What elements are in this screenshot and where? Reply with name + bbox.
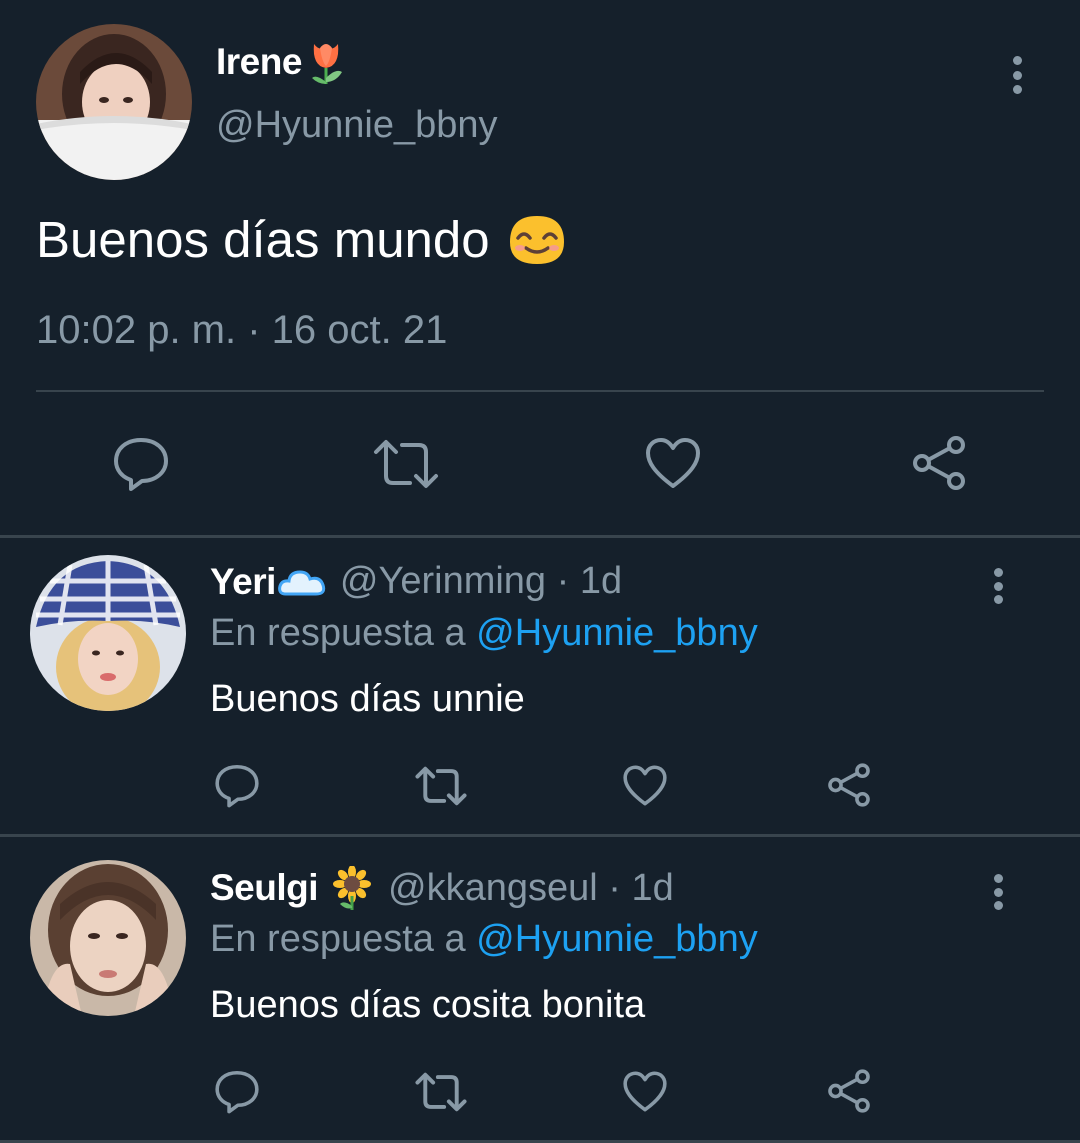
avatar-image xyxy=(30,555,186,711)
main-tweet: Irene @Hyunnie_bbny Buenos días mundo 10… xyxy=(0,0,1080,535)
avatar-image xyxy=(36,24,192,180)
tweet-thread-view: Irene @Hyunnie_bbny Buenos días mundo 10… xyxy=(0,0,1080,1143)
reply-prefix: En respuesta a xyxy=(210,612,466,654)
like-icon[interactable] xyxy=(644,436,702,490)
tweet-text-content: Buenos días mundo xyxy=(36,210,490,268)
tweet-text: Buenos días unnie xyxy=(210,678,525,720)
share-icon[interactable] xyxy=(910,434,968,492)
divider xyxy=(36,390,1044,392)
more-options-icon[interactable] xyxy=(980,868,1016,916)
cloud-emoji xyxy=(278,569,326,595)
mention-link[interactable]: @Hyunnie_bbny xyxy=(476,612,758,654)
avatar[interactable] xyxy=(30,860,186,1016)
like-icon[interactable] xyxy=(622,764,668,807)
section-divider xyxy=(0,834,1080,837)
mention-link[interactable]: @Hyunnie_bbny xyxy=(476,918,758,960)
reply-context: En respuesta a @Hyunnie_bbny xyxy=(210,612,758,655)
avatar-image xyxy=(30,860,186,1016)
retweet-icon[interactable] xyxy=(372,436,440,492)
author-display-name[interactable]: Seulgi xyxy=(210,867,319,909)
tweet-timestamp[interactable]: 10:02 p. m. · 16 oct. 21 xyxy=(36,308,447,353)
avatar[interactable] xyxy=(36,24,192,180)
more-options-icon[interactable] xyxy=(999,50,1035,100)
avatar[interactable] xyxy=(30,555,186,711)
tulip-emoji xyxy=(311,44,342,84)
author-display-name: Irene xyxy=(216,41,302,82)
reply-header: Yeri @Yerinming · 1d xyxy=(210,560,622,603)
author-handle-time[interactable]: @Yerinming · 1d xyxy=(340,560,622,603)
reply-icon[interactable] xyxy=(112,434,170,492)
section-divider xyxy=(0,535,1080,538)
more-options-icon[interactable] xyxy=(980,562,1016,610)
reply-icon[interactable] xyxy=(214,1068,260,1114)
retweet-icon[interactable] xyxy=(414,764,468,808)
author-display-name[interactable]: Yeri xyxy=(210,561,276,603)
retweet-icon[interactable] xyxy=(414,1070,468,1114)
reply-header: Seulgi @kkangseul · 1d xyxy=(210,866,674,910)
smiling-face-emoji xyxy=(509,216,564,264)
like-icon[interactable] xyxy=(622,1070,668,1113)
tweet-text: Buenos días cosita bonita xyxy=(210,984,646,1026)
sunflower-emoji xyxy=(333,866,372,910)
author-name[interactable]: Irene xyxy=(216,38,348,86)
author-handle-time[interactable]: @kkangseul · 1d xyxy=(388,867,674,910)
tweet-text: Buenos días mundo xyxy=(36,206,570,272)
share-icon[interactable] xyxy=(826,1068,872,1114)
reply-prefix: En respuesta a xyxy=(210,918,466,960)
author-handle[interactable]: @Hyunnie_bbny xyxy=(216,104,498,147)
share-icon[interactable] xyxy=(826,762,872,808)
reply-context: En respuesta a @Hyunnie_bbny xyxy=(210,918,758,961)
reply-icon[interactable] xyxy=(214,762,260,808)
